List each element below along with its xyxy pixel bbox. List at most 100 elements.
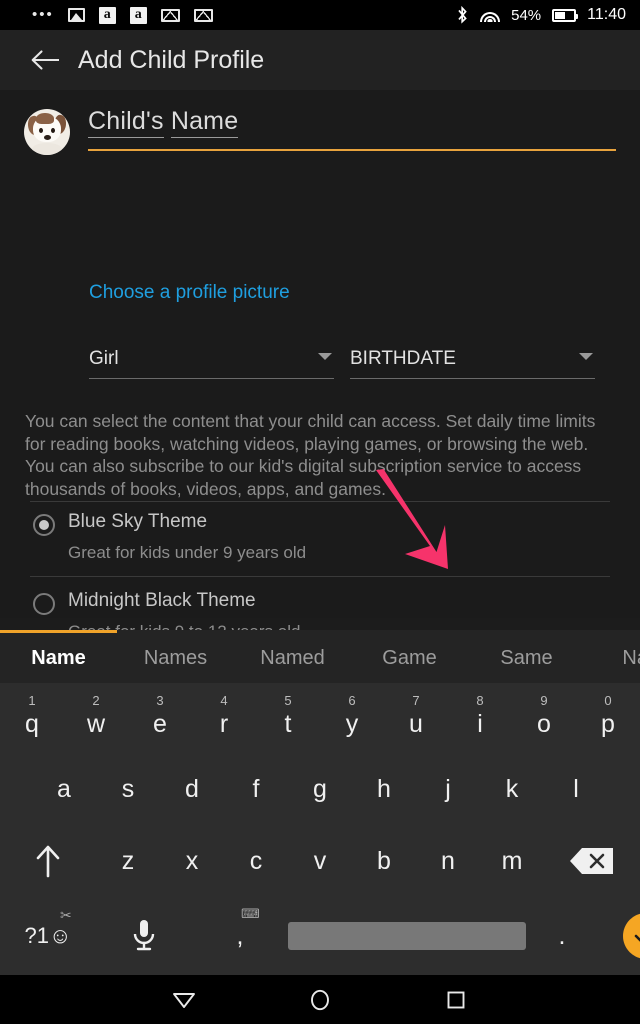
- key-q-letter: q: [25, 710, 39, 738]
- key-t-number: 5: [284, 693, 292, 708]
- radio-unselected-icon[interactable]: [33, 593, 55, 615]
- comma-key-label: ,: [236, 921, 244, 950]
- suggestion-item[interactable]: Name: [0, 647, 117, 670]
- android-navigation-bar: [0, 975, 640, 1024]
- period-key[interactable]: .: [526, 897, 598, 975]
- gender-select-value: Girl: [89, 348, 119, 369]
- suggestion-item[interactable]: Same: [468, 647, 585, 670]
- birthdate-select-value: BIRTHDATE: [350, 348, 456, 369]
- suggestion-item[interactable]: Named: [234, 647, 351, 670]
- suggestion-item[interactable]: Nam: [585, 647, 640, 670]
- status-bar-system-icons: 54% 11:40: [456, 6, 626, 24]
- key-t-letter: t: [284, 710, 292, 738]
- child-name-word-2: Name: [170, 107, 239, 138]
- key-p[interactable]: 0p: [576, 683, 640, 753]
- key-u[interactable]: 7u: [384, 683, 448, 753]
- more-notifications-icon: •••: [32, 6, 54, 23]
- key-v[interactable]: v: [288, 825, 352, 897]
- key-c[interactable]: c: [224, 825, 288, 897]
- nav-recents-button[interactable]: [428, 989, 484, 1011]
- shift-key[interactable]: [0, 825, 96, 897]
- keyboard-row-3: z x c v b n m: [0, 825, 640, 897]
- keyboard-suggestion-bar: Name Names Named Game Same Nam: [0, 630, 640, 683]
- backspace-key[interactable]: [544, 825, 640, 897]
- space-key[interactable]: [288, 897, 526, 975]
- key-d[interactable]: d: [160, 753, 224, 825]
- symbols-key-label: ?1☺: [24, 923, 72, 948]
- birthdate-select[interactable]: BIRTHDATE: [350, 348, 595, 379]
- key-i-letter: i: [477, 710, 483, 738]
- comma-key[interactable]: ⌨ ,: [192, 897, 288, 975]
- amazon-icon: a: [98, 6, 116, 24]
- key-g[interactable]: g: [288, 753, 352, 825]
- battery-percent-label: 54%: [511, 6, 542, 24]
- key-w[interactable]: 2w: [64, 683, 128, 753]
- divider: [30, 576, 610, 577]
- key-l[interactable]: l: [544, 753, 608, 825]
- radio-selected-icon[interactable]: [33, 514, 55, 536]
- suggestion-item[interactable]: Game: [351, 647, 468, 670]
- key-e-letter: e: [153, 710, 167, 738]
- keyboard-row-2: a s d f g h j k l: [0, 753, 640, 825]
- key-t[interactable]: 5t: [256, 683, 320, 753]
- key-q[interactable]: 1q: [0, 683, 64, 753]
- microphone-icon: [133, 920, 155, 951]
- recents-square-icon: [447, 991, 465, 1008]
- keyboard-settings-icon: ⌨: [241, 906, 260, 921]
- key-w-number: 2: [92, 693, 100, 708]
- checkmark-icon: [634, 934, 640, 942]
- space-bar-indicator: [288, 922, 526, 950]
- backspace-icon: [570, 848, 613, 874]
- gender-select[interactable]: Girl: [89, 348, 334, 379]
- phone-screen: ••• a a 54% 11:40 Add Child Profile Chil…: [0, 0, 640, 1024]
- app-bar: Add Child Profile: [0, 30, 640, 90]
- mail-icon: [193, 8, 213, 22]
- key-m[interactable]: m: [480, 825, 544, 897]
- key-r-number: 4: [220, 693, 228, 708]
- key-h[interactable]: h: [352, 753, 416, 825]
- key-i[interactable]: 8i: [448, 683, 512, 753]
- key-b[interactable]: b: [352, 825, 416, 897]
- key-y-number: 6: [348, 693, 356, 708]
- microphone-key[interactable]: [96, 897, 192, 975]
- key-k[interactable]: k: [480, 753, 544, 825]
- key-y[interactable]: 6y: [320, 683, 384, 753]
- enter-key[interactable]: [598, 897, 640, 975]
- key-r[interactable]: 4r: [192, 683, 256, 753]
- key-p-number: 0: [604, 693, 612, 708]
- key-n[interactable]: n: [416, 825, 480, 897]
- nav-home-button[interactable]: [292, 988, 348, 1012]
- key-f[interactable]: f: [224, 753, 288, 825]
- photo-icon: [67, 8, 85, 22]
- key-j[interactable]: j: [416, 753, 480, 825]
- theme-option-blue-sky[interactable]: Blue Sky Theme Great for kids under 9 ye…: [33, 511, 593, 563]
- name-field-focus-underline: [88, 149, 616, 151]
- avatar[interactable]: [24, 109, 70, 155]
- key-u-number: 7: [412, 693, 420, 708]
- key-i-number: 8: [476, 693, 484, 708]
- child-name-input[interactable]: Child's Name: [88, 107, 616, 151]
- nav-back-button[interactable]: [156, 990, 212, 1010]
- back-arrow-icon[interactable]: [20, 49, 72, 71]
- key-z[interactable]: z: [96, 825, 160, 897]
- choose-profile-picture-link[interactable]: Choose a profile picture: [89, 282, 290, 304]
- status-bar-notification-icons: ••• a a: [32, 6, 213, 24]
- key-o[interactable]: 9o: [512, 683, 576, 753]
- key-x[interactable]: x: [160, 825, 224, 897]
- key-o-letter: o: [537, 710, 551, 738]
- add-child-profile-form: Child's Name Choose a profile picture Gi…: [0, 90, 640, 691]
- key-e[interactable]: 3e: [128, 683, 192, 753]
- key-q-number: 1: [28, 693, 36, 708]
- key-o-number: 9: [540, 693, 548, 708]
- name-field-row: Child's Name: [24, 107, 616, 169]
- selects-row: Girl BIRTHDATE: [89, 348, 595, 379]
- key-e-number: 3: [156, 693, 164, 708]
- key-w-letter: w: [86, 710, 106, 738]
- key-u-letter: u: [409, 710, 423, 738]
- key-a[interactable]: a: [32, 753, 96, 825]
- symbols-key[interactable]: ✂ ?1☺: [0, 897, 96, 975]
- suggestion-item[interactable]: Names: [117, 647, 234, 670]
- mail-icon: [160, 8, 180, 22]
- on-screen-keyboard: 1q 2w 3e 4r 5t 6y 7u 8i 9o 0p a s d f g …: [0, 683, 640, 975]
- key-s[interactable]: s: [96, 753, 160, 825]
